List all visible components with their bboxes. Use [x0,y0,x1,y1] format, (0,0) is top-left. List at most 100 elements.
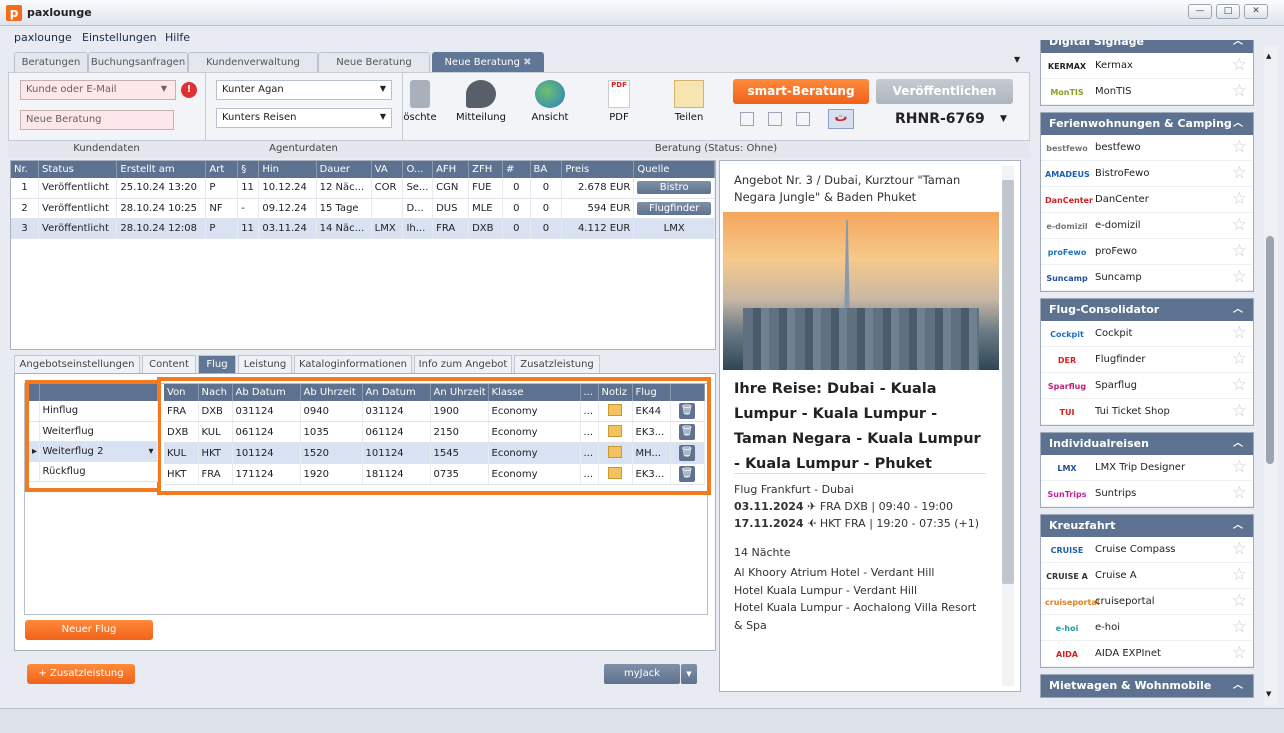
scroll-up-icon[interactable]: ▲ [1266,52,1271,60]
offers-header-cell[interactable]: O... [402,161,434,178]
tab-neue-beratung-1[interactable]: Neue Beratung [318,52,430,72]
star-icon[interactable]: ☆ [1232,191,1247,208]
flight-cell[interactable]: MH... [632,442,671,464]
star-icon[interactable]: ☆ [1232,269,1247,286]
rhnr-dropdown-icon[interactable]: ▼ [1000,114,1007,124]
flag-icon[interactable] [740,112,754,126]
calendar-icon[interactable] [796,112,810,126]
flight-cell[interactable]: EK3... [632,463,671,485]
chevron-up-icon[interactable]: ︿ [1233,299,1243,321]
note-icon[interactable] [608,466,622,479]
leg-name[interactable]: Hinflug [39,401,158,422]
offers-header-cell[interactable]: Dauer [316,161,372,178]
note-icon[interactable] [608,445,622,458]
source-button[interactable]: Bistro [637,181,711,195]
minimize-button[interactable]: — [1188,4,1212,19]
provider-item[interactable]: e-domizil e-domizil ☆ [1041,213,1253,239]
leg-name[interactable]: Rückflug [39,461,158,482]
menu-hilfe[interactable]: Hilfe [165,31,190,44]
myjack-button[interactable]: myJack [604,664,680,684]
flight-header-cell[interactable]: Ab Datum [232,384,301,401]
flight-header-cell[interactable]: Notiz [598,384,633,401]
flight-row[interactable]: FRA DXB 031124 0940 031124 1900 Economy... EK44… [164,401,705,422]
flight-row[interactable]: KUL HKT 101124 1520 101124 1545 Economy... MH..… [164,442,705,464]
preview-scroll-thumb[interactable] [1002,180,1014,584]
offers-header-cell[interactable]: Preis [561,161,635,178]
flight-cell[interactable]: 1900 [430,401,489,422]
trash-icon[interactable]: 🗑 [679,403,695,419]
flight-cell[interactable]: DXB [164,421,199,443]
flight-cell[interactable]: 031124 [232,401,301,422]
offers-header-cell[interactable]: § [237,161,260,178]
flight-cell[interactable]: HKT [164,463,199,485]
star-icon[interactable]: ☆ [1232,645,1247,662]
provider-item[interactable]: proFewo proFewo ☆ [1041,239,1253,265]
subtab-zusatzleistung[interactable]: Zusatzleistung [514,355,600,373]
provider-item[interactable]: KERMAX Kermax ☆ [1041,53,1253,79]
flight-cell[interactable]: Economy [488,421,581,443]
flight-header-cell[interactable]: Ab Uhrzeit [300,384,363,401]
offers-header-cell[interactable]: Art [205,161,239,178]
ansicht-tool[interactable]: Ansicht [523,80,577,123]
tui-icon[interactable]: ت [828,109,854,129]
provider-item[interactable]: e-hoi e-hoi ☆ [1041,615,1253,641]
subtab-flug[interactable]: Flug [198,355,236,373]
menu-paxlounge[interactable]: paxlounge [14,31,72,44]
customer-search-input[interactable]: Kunde oder E-Mail ▼ [20,80,176,100]
section-header[interactable]: Flug-Consolidator ︿ [1041,299,1253,321]
provider-item[interactable]: AMADEUS BistroFewo ☆ [1041,161,1253,187]
star-icon[interactable]: ☆ [1232,139,1247,156]
flight-cell[interactable] [598,401,633,422]
flight-row[interactable]: DXB KUL 061124 1035 061124 2150 Economy... EK3.… [164,421,705,443]
flight-cell[interactable]: EK3... [632,421,671,443]
flight-cell[interactable]: FRA [164,401,199,422]
provider-item[interactable]: CRUISE Cruise Compass ☆ [1041,537,1253,563]
provider-item[interactable]: TUI Tui Ticket Shop ☆ [1041,399,1253,425]
flight-cell[interactable] [598,421,633,443]
flight-cell[interactable]: ... [580,401,599,422]
flight-header-cell[interactable]: Klasse [488,384,581,401]
offers-header-cell[interactable]: Hin [258,161,317,178]
teilen-tool[interactable]: Teilen [662,80,716,123]
provider-item[interactable]: SunTrips Suntrips ☆ [1041,481,1253,507]
pdf-tool[interactable]: PDF PDF [592,80,646,123]
flight-cell[interactable]: ... [580,442,599,464]
chevron-up-icon[interactable]: ︿ [1233,675,1243,697]
flight-cell[interactable]: 061124 [232,421,301,443]
provider-item[interactable]: DER Flugfinder ☆ [1041,347,1253,373]
flight-cell[interactable] [598,442,633,464]
consultation-name-input[interactable]: Neue Beratung [20,110,174,130]
star-icon[interactable]: ☆ [1232,325,1247,342]
subtab-info-zum-angebot[interactable]: Info zum Angebot [414,355,512,373]
leg-row[interactable]: Weiterflug [29,421,158,442]
flight-cell[interactable]: 0735 [430,463,489,485]
offers-header-cell[interactable]: VA [371,161,404,178]
star-icon[interactable]: ☆ [1232,165,1247,182]
flight-cell[interactable]: 031124 [362,401,431,422]
chevron-up-icon[interactable]: ︿ [1233,515,1243,537]
section-header[interactable]: Kreuzfahrt ︿ [1041,515,1253,537]
star-icon[interactable]: ☆ [1232,593,1247,610]
maximize-button[interactable]: □ [1216,4,1240,19]
flight-row[interactable]: HKT FRA 171124 1920 181124 0735 Economy... EK3.… [164,463,705,485]
flight-cell[interactable]: 1920 [300,463,363,485]
provider-item[interactable]: Suncamp Suncamp ☆ [1041,265,1253,291]
flight-cell[interactable]: FRA [198,463,233,485]
flight-cell[interactable]: 181124 [362,463,431,485]
flight-cell[interactable]: Economy [488,401,581,422]
flight-header-cell[interactable]: An Datum [362,384,431,401]
smart-beratung-button[interactable]: smart-Beratung [733,79,869,104]
offers-header-cell[interactable]: ZFH [468,161,503,178]
myjack-dropdown-icon[interactable]: ▼ [681,664,697,684]
flight-cell[interactable]: 1545 [430,442,489,464]
star-icon[interactable]: ☆ [1232,541,1247,558]
star-icon[interactable]: ☆ [1232,459,1247,476]
note-icon[interactable] [608,424,622,437]
star-icon[interactable]: ☆ [1232,217,1247,234]
flight-header-cell[interactable]: Von [164,384,199,401]
subtab-angebotseinstellungen[interactable]: Angebotseinstellungen [14,355,140,373]
flight-cell[interactable]: Economy [488,442,581,464]
flight-cell[interactable]: 2150 [430,421,489,443]
flight-header-cell[interactable]: ... [580,384,599,401]
flight-cell[interactable]: 1035 [300,421,363,443]
